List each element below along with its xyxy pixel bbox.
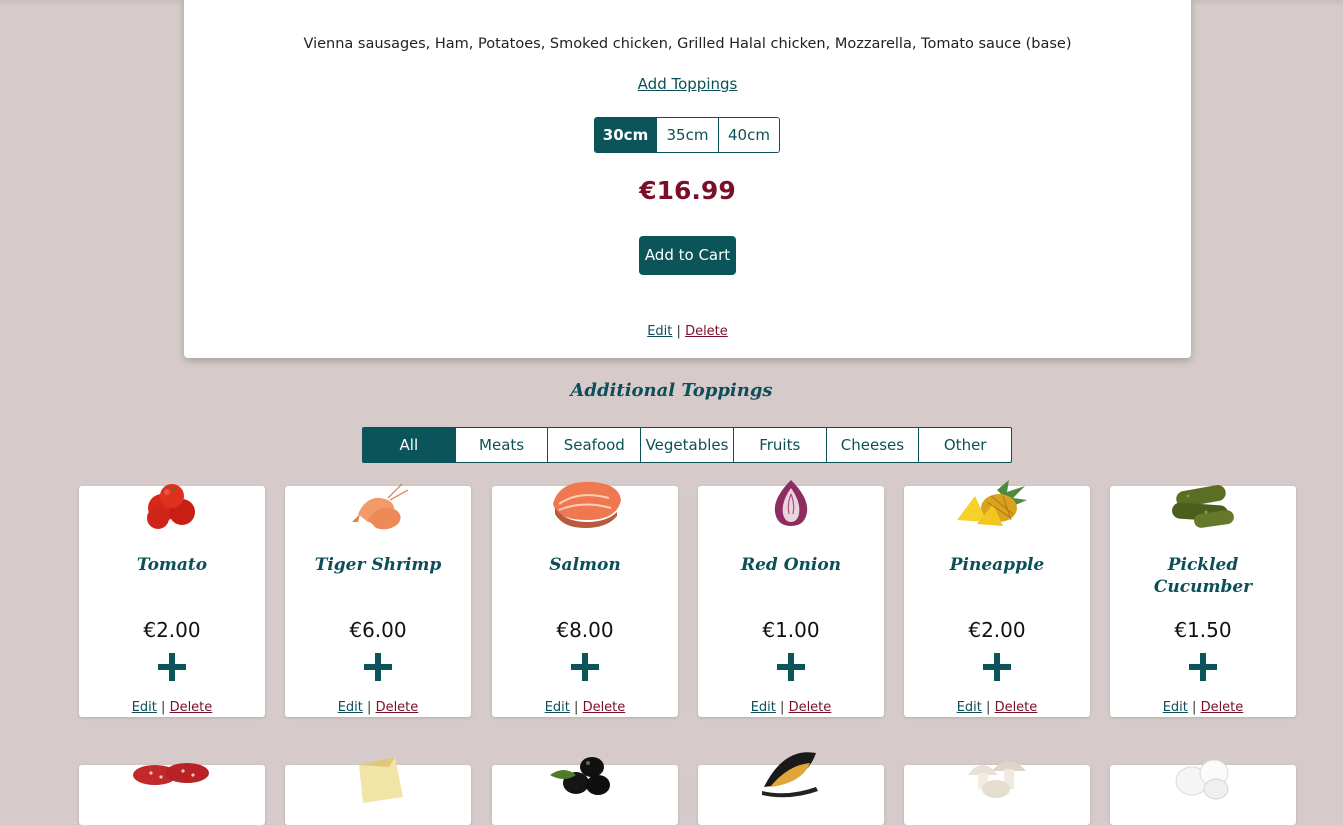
topping-card: Tiger Shrimp €6.00 Edit | Delete bbox=[285, 483, 471, 717]
topping-price: €2.00 bbox=[143, 618, 201, 642]
product-delete-link[interactable]: Delete bbox=[685, 324, 728, 339]
filter-cheeses[interactable]: Cheeses bbox=[827, 428, 920, 462]
link-separator: | bbox=[367, 700, 372, 715]
cheese-icon bbox=[285, 751, 471, 811]
salami-icon bbox=[79, 751, 265, 811]
topping-name: Red Onion bbox=[740, 555, 842, 575]
topping-price: €1.00 bbox=[762, 618, 820, 642]
topping-edit-link[interactable]: Edit bbox=[338, 700, 363, 715]
topping-price: €1.50 bbox=[1174, 618, 1232, 642]
product-card: Vienna sausages, Ham, Potatoes, Smoked c… bbox=[184, 0, 1191, 358]
product-price: €16.99 bbox=[639, 176, 736, 205]
topping-card: Pickled Cucumber €1.50 Edit | Delete bbox=[1110, 485, 1296, 717]
topping-edit-link[interactable]: Edit bbox=[1163, 700, 1188, 715]
topping-admin-links: Edit | Delete bbox=[285, 700, 471, 715]
topping-edit-link[interactable]: Edit bbox=[132, 700, 157, 715]
product-admin-links: Edit | Delete bbox=[184, 324, 1191, 339]
topping-name: Pineapple bbox=[949, 555, 1045, 575]
size-option-30cm[interactable]: 30cm bbox=[595, 118, 657, 152]
topping-card: Tomato €2.00 Edit | Delete bbox=[79, 484, 265, 717]
topping-card bbox=[79, 763, 265, 825]
topping-price: €2.00 bbox=[968, 618, 1026, 642]
size-option-40cm[interactable]: 40cm bbox=[719, 118, 779, 152]
topping-price: €8.00 bbox=[556, 618, 614, 642]
topping-card bbox=[285, 757, 471, 825]
filter-all[interactable]: All bbox=[363, 428, 456, 462]
topping-name: Salmon bbox=[549, 555, 621, 575]
filter-meats[interactable]: Meats bbox=[456, 428, 549, 462]
topping-admin-links: Edit | Delete bbox=[79, 700, 265, 715]
topping-edit-link[interactable]: Edit bbox=[751, 700, 776, 715]
product-edit-link[interactable]: Edit bbox=[647, 324, 672, 339]
mozzarella-icon bbox=[1110, 751, 1296, 811]
link-separator: | bbox=[1192, 700, 1197, 715]
topping-delete-link[interactable]: Delete bbox=[789, 700, 832, 715]
salmon-icon bbox=[492, 474, 678, 534]
topping-card bbox=[698, 752, 884, 825]
pickled-cucumber-icon bbox=[1110, 474, 1296, 534]
topping-delete-link[interactable]: Delete bbox=[1201, 700, 1244, 715]
link-separator: | bbox=[986, 700, 991, 715]
red-onion-icon bbox=[698, 474, 884, 534]
topping-delete-link[interactable]: Delete bbox=[376, 700, 419, 715]
olives-icon bbox=[492, 751, 678, 811]
topping-admin-links: Edit | Delete bbox=[904, 700, 1090, 715]
topping-name: Tomato bbox=[136, 555, 208, 575]
add-topping-plus-icon[interactable] bbox=[1188, 652, 1218, 682]
product-ingredients: Vienna sausages, Ham, Potatoes, Smoked c… bbox=[303, 36, 1072, 52]
shrimp-icon bbox=[285, 474, 471, 534]
filter-other[interactable]: Other bbox=[919, 428, 1011, 462]
topping-admin-links: Edit | Delete bbox=[492, 700, 678, 715]
topping-delete-link[interactable]: Delete bbox=[583, 700, 626, 715]
add-topping-plus-icon[interactable] bbox=[776, 652, 806, 682]
add-toppings-link[interactable]: Add Toppings bbox=[638, 75, 738, 93]
topping-filter-bar: All Meats Seafood Vegetables Fruits Chee… bbox=[362, 427, 1012, 463]
add-to-cart-button[interactable]: Add to Cart bbox=[639, 236, 736, 275]
filter-fruits[interactable]: Fruits bbox=[734, 428, 827, 462]
topping-card: Pineapple €2.00 Edit | Delete bbox=[904, 480, 1090, 717]
filter-seafood[interactable]: Seafood bbox=[548, 428, 642, 462]
topping-delete-link[interactable]: Delete bbox=[170, 700, 213, 715]
add-topping-plus-icon[interactable] bbox=[363, 652, 393, 682]
size-option-35cm[interactable]: 35cm bbox=[657, 118, 719, 152]
topping-name: Tiger Shrimp bbox=[314, 555, 442, 575]
topping-price: €6.00 bbox=[349, 618, 407, 642]
filter-vegetables[interactable]: Vegetables bbox=[641, 428, 734, 462]
topping-card bbox=[492, 757, 678, 825]
topping-card: Red Onion €1.00 Edit | Delete bbox=[698, 480, 884, 717]
link-separator: | bbox=[780, 700, 785, 715]
topping-card: Salmon €8.00 Edit | Delete bbox=[492, 481, 678, 717]
link-separator: | bbox=[574, 700, 579, 715]
topping-edit-link[interactable]: Edit bbox=[545, 700, 570, 715]
topping-admin-links: Edit | Delete bbox=[1110, 700, 1296, 715]
topping-delete-link[interactable]: Delete bbox=[995, 700, 1038, 715]
mushroom-icon bbox=[904, 751, 1090, 811]
add-topping-plus-icon[interactable] bbox=[982, 652, 1012, 682]
link-separator: | bbox=[676, 324, 681, 339]
topping-name: Pickled Cucumber bbox=[1153, 555, 1253, 597]
tomato-icon bbox=[79, 474, 265, 534]
mussel-icon bbox=[698, 751, 884, 811]
add-toppings-row: Add Toppings bbox=[184, 74, 1191, 93]
topping-admin-links: Edit | Delete bbox=[698, 700, 884, 715]
pineapple-icon bbox=[904, 474, 1090, 534]
add-topping-plus-icon[interactable] bbox=[570, 652, 600, 682]
additional-toppings-title: Additional Toppings bbox=[570, 380, 773, 401]
add-topping-plus-icon[interactable] bbox=[157, 652, 187, 682]
topping-card bbox=[904, 761, 1090, 825]
topping-edit-link[interactable]: Edit bbox=[957, 700, 982, 715]
link-separator: | bbox=[161, 700, 166, 715]
size-selector: 30cm 35cm 40cm bbox=[594, 117, 780, 153]
topping-card bbox=[1110, 759, 1296, 825]
